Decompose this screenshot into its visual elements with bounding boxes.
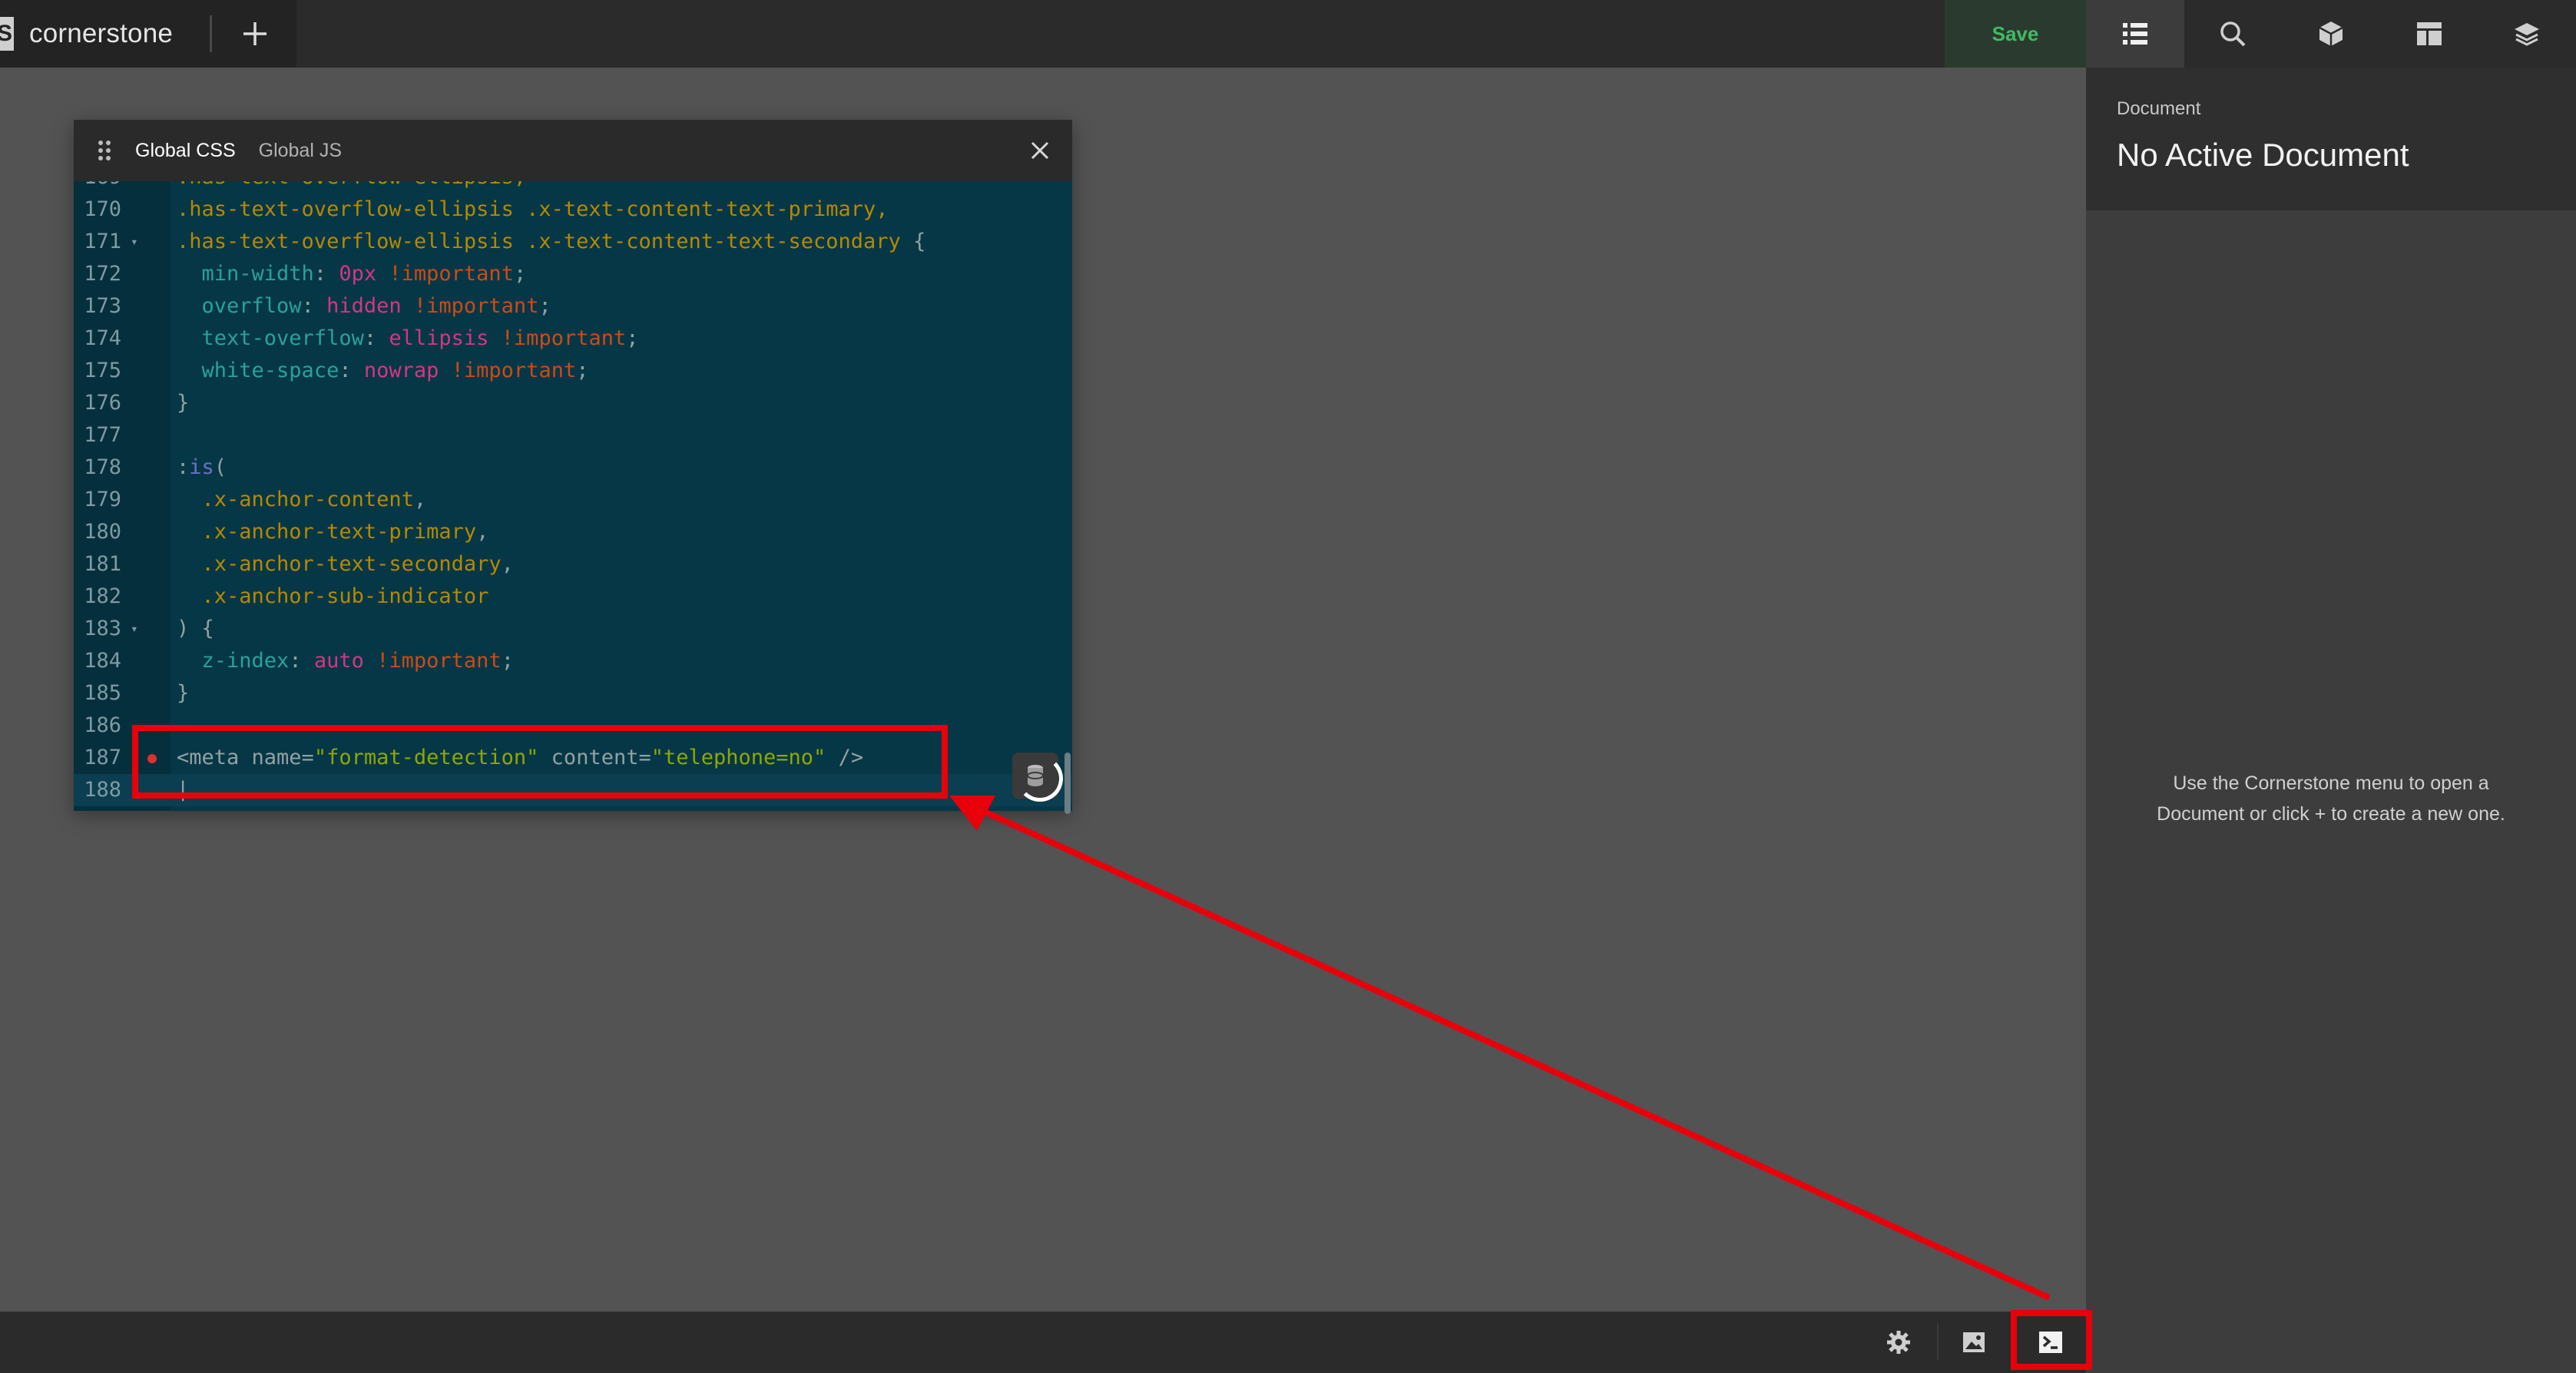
line-number: 187: [84, 746, 121, 769]
code-text: white-space: nowrap !important;: [201, 359, 589, 382]
tab-outline[interactable]: [2086, 0, 2184, 68]
code-text: min-width: 0px !important;: [201, 262, 527, 286]
tab-layers[interactable]: [2478, 0, 2576, 68]
line-number: 183: [84, 617, 121, 640]
document-header: Document No Active Document: [2086, 68, 2576, 210]
line-number: 170: [84, 197, 121, 221]
fold-toggle-icon[interactable]: ▾: [131, 613, 138, 645]
code-text: }: [177, 391, 190, 415]
code-line[interactable]: 173 overflow: hidden !important;: [74, 290, 1072, 323]
code-line[interactable]: 172 min-width: 0px !important;: [74, 258, 1072, 290]
code-line[interactable]: 184 z-index: auto !important;: [74, 645, 1072, 677]
list-icon: [2122, 23, 2147, 45]
brand[interactable]: S cornerstone: [0, 0, 296, 68]
tab-global-css[interactable]: Global CSS: [135, 140, 236, 162]
drag-handle[interactable]: [74, 120, 135, 181]
fold-toggle-icon[interactable]: ▾: [131, 226, 138, 258]
code-line[interactable]: 169 .has-text-overflow-ellipsis,: [74, 181, 1072, 194]
code-text: :is(: [177, 455, 227, 479]
code-line[interactable]: 174 text-overflow: ellipsis !important;: [74, 323, 1072, 355]
cube-icon: [2319, 22, 2343, 46]
layout-icon: [2416, 22, 2442, 45]
code-line[interactable]: 180 .x-anchor-text-primary,: [74, 516, 1072, 548]
line-number: 177: [84, 423, 121, 447]
close-editor-button[interactable]: [1018, 129, 1061, 172]
line-number: 169: [74, 181, 121, 194]
line-number: 176: [84, 391, 121, 415]
brand-name: cornerstone: [29, 18, 174, 48]
code-text: }: [177, 681, 190, 705]
code-text: .has-text-overflow-ellipsis .x-text-cont…: [177, 230, 926, 253]
line-number: 181: [84, 552, 121, 576]
brand-divider: [210, 15, 212, 52]
code-line[interactable]: 171 ▾ .has-text-overflow-ellipsis .x-text-…: [74, 226, 1072, 258]
code-text: overflow: hidden !important;: [201, 294, 551, 318]
plus-icon: [243, 22, 267, 45]
line-number: 180: [84, 520, 121, 544]
line-number: 186: [84, 713, 121, 737]
code-line[interactable]: 183 ▾ ) {: [74, 613, 1072, 645]
code-line[interactable]: 176}: [74, 387, 1072, 419]
line-number: 185: [84, 681, 121, 705]
top-bar: S cornerstone Save: [0, 0, 2086, 68]
code-text: .x-anchor-text-primary,: [201, 520, 489, 544]
code-text: text-overflow: ellipsis !important;: [201, 326, 639, 350]
database-icon: [1027, 765, 1044, 786]
code-text: .has-text-overflow-ellipsis .x-text-cont…: [177, 197, 889, 221]
brand-logo: S: [0, 17, 14, 51]
tab-global-js[interactable]: Global JS: [259, 140, 342, 162]
editor-header: Global CSS Global JS: [74, 120, 1072, 181]
code-line[interactable]: 179 .x-anchor-content,: [74, 484, 1072, 516]
code-line[interactable]: 178 :is(: [74, 452, 1072, 484]
document-panel-body: Use the Cornerstone menu to open a Docum…: [2086, 210, 2576, 1373]
document-title: No Active Document: [2117, 137, 2409, 173]
code-text: .has-text-overflow-ellipsis,: [177, 181, 526, 194]
annotation-highlight-button: [2011, 1310, 2092, 1370]
line-number: 184: [84, 649, 121, 673]
code-area[interactable]: 169 .has-text-overflow-ellipsis, 170 .has-t…: [74, 181, 1072, 811]
line-number: 178: [84, 455, 121, 479]
code-line[interactable]: 170 .has-text-overflow-ellipsis .x-text-c…: [74, 194, 1072, 226]
code-line[interactable]: 181 .x-anchor-text-secondary,: [74, 548, 1072, 581]
tab-layout[interactable]: [2380, 0, 2478, 68]
line-number: 171: [84, 230, 121, 253]
line-number: 174: [84, 326, 121, 350]
line-number: 182: [84, 584, 121, 608]
line-number: 173: [84, 294, 121, 318]
line-number: 188: [84, 778, 121, 802]
line-number: 172: [84, 262, 121, 286]
editor-scrollbar[interactable]: [1065, 753, 1071, 814]
code-line[interactable]: 175 white-space: nowrap !important;: [74, 355, 1072, 387]
close-icon: [1031, 141, 1049, 160]
line-number: 175: [84, 359, 121, 382]
code-line[interactable]: 177: [74, 419, 1072, 452]
line-number: 179: [84, 488, 121, 511]
empty-state-message: Use the Cornerstone menu to open a Docum…: [2157, 773, 2505, 825]
search-icon: [2220, 22, 2246, 47]
code-text: ) {: [177, 617, 214, 640]
save-button[interactable]: Save: [1945, 0, 2086, 68]
bottom-bar: [0, 1312, 2086, 1373]
code-text: .x-anchor-text-secondary,: [201, 552, 514, 576]
editor-action-button[interactable]: [1012, 753, 1058, 799]
code-text: .x-anchor-content,: [201, 488, 427, 511]
media-button[interactable]: [1937, 1312, 2011, 1373]
code-line[interactable]: 182 .x-anchor-sub-indicator: [74, 581, 1072, 613]
global-code-editor: Global CSS Global JS 169 .has-text-overfl…: [74, 120, 1072, 811]
code-text: z-index: auto !important;: [201, 649, 514, 673]
image-icon: [1963, 1332, 1985, 1352]
code-line[interactable]: 185}: [74, 677, 1072, 710]
right-panel-tabs: [2086, 0, 2576, 68]
document-label: Document: [2117, 98, 2201, 119]
layers-icon: [2515, 23, 2540, 46]
tab-search[interactable]: [2184, 0, 2283, 68]
annotation-highlight-code: [132, 725, 948, 799]
gear-icon: [1887, 1331, 1910, 1354]
code-text: .x-anchor-sub-indicator: [201, 584, 489, 608]
settings-button[interactable]: [1862, 1312, 1935, 1373]
tab-elements[interactable]: [2282, 0, 2380, 68]
add-document-button[interactable]: [230, 9, 280, 58]
drag-grip-icon: [98, 141, 111, 160]
